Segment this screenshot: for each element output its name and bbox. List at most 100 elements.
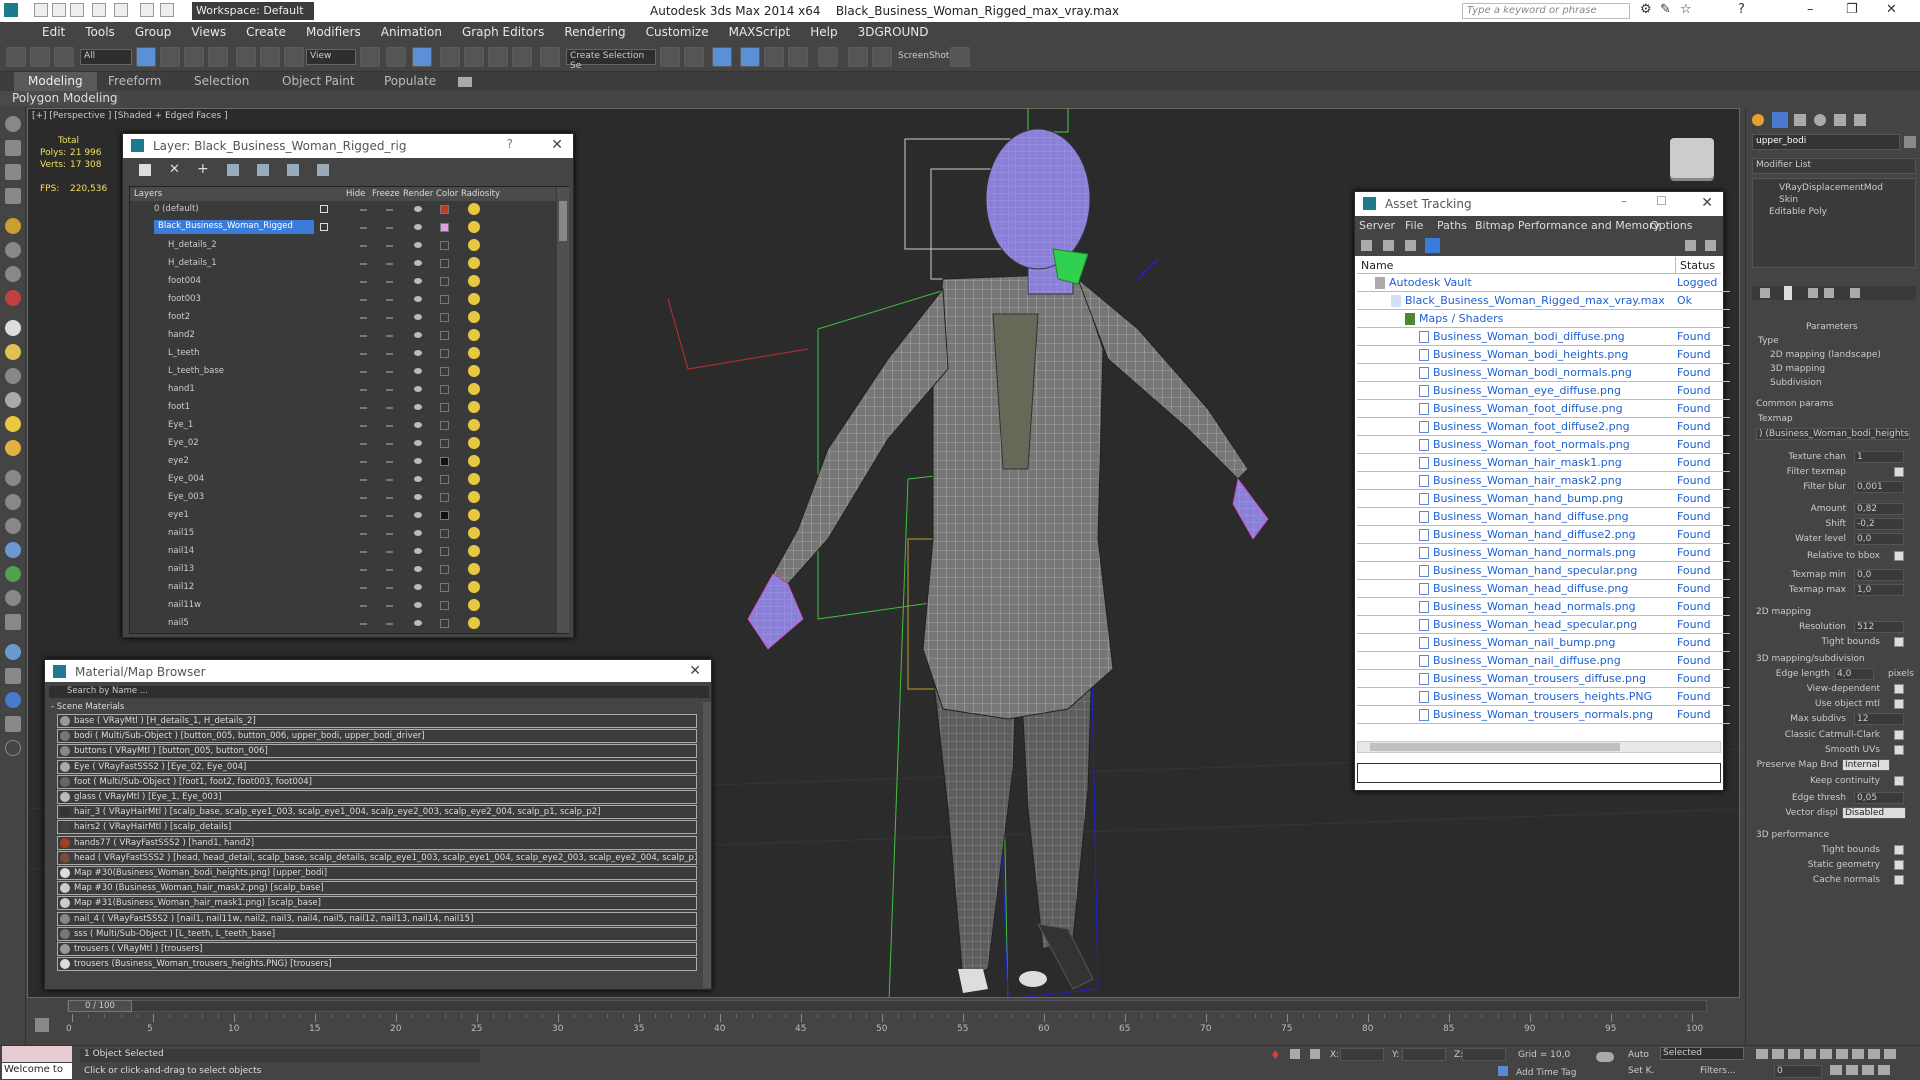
viewcube-icon[interactable] bbox=[1670, 138, 1714, 178]
render-teapot-icon[interactable] bbox=[414, 224, 422, 230]
layer-name[interactable]: nail13 bbox=[168, 564, 194, 574]
material-row[interactable]: hairs2 ( VRayHairMtl ) [scalp_details] bbox=[57, 820, 697, 835]
mirror-icon[interactable] bbox=[660, 47, 680, 67]
layer-hide-toggle[interactable] bbox=[360, 587, 367, 589]
parameters-rollout[interactable]: Parameters bbox=[1806, 322, 1858, 332]
tab-populate[interactable]: Populate bbox=[384, 74, 436, 88]
rectangular-region-icon[interactable] bbox=[184, 47, 204, 67]
layer-row[interactable]: nail5 bbox=[130, 615, 550, 633]
layer-freeze-toggle[interactable] bbox=[386, 605, 393, 607]
render-teapot-icon[interactable] bbox=[414, 476, 422, 482]
align-icon[interactable] bbox=[684, 47, 704, 67]
window-crossing-icon[interactable] bbox=[208, 47, 228, 67]
shift-input[interactable]: -0,2 bbox=[1854, 518, 1904, 530]
freeze-all-icon[interactable] bbox=[317, 164, 329, 176]
menu-customize[interactable]: Customize bbox=[636, 22, 719, 42]
head-control[interactable] bbox=[1027, 109, 1069, 133]
material-row[interactable]: head ( VRayFastSSS2 ) [head, head_detail… bbox=[57, 850, 697, 865]
layer-color-swatch[interactable] bbox=[440, 241, 449, 250]
show-end-result-icon[interactable] bbox=[1784, 286, 1792, 300]
space-warp-icon[interactable] bbox=[5, 290, 21, 306]
material-row[interactable]: trousers (Business_Woman_trousers_height… bbox=[57, 957, 697, 972]
layer-hide-toggle[interactable] bbox=[360, 533, 367, 535]
select-manipulate-icon[interactable] bbox=[386, 47, 406, 67]
right-hand-mesh[interactable] bbox=[1232, 478, 1269, 540]
layer-row[interactable]: hand2 bbox=[130, 327, 550, 345]
layer-color-swatch[interactable] bbox=[440, 259, 449, 268]
layer-help-icon[interactable]: ? bbox=[507, 137, 513, 151]
unlink-icon[interactable] bbox=[30, 47, 50, 67]
scale-icon[interactable] bbox=[284, 47, 304, 67]
hierarchy-tab-icon[interactable] bbox=[1794, 114, 1806, 126]
layer-row[interactable]: nail12 bbox=[130, 579, 550, 597]
radiosity-bulb-icon[interactable] bbox=[468, 437, 480, 449]
workspace-selector[interactable]: Workspace: Default bbox=[192, 2, 314, 20]
edit-named-selection-icon[interactable] bbox=[540, 47, 560, 67]
layer-manager-icon[interactable] bbox=[712, 47, 732, 67]
hold-icon[interactable] bbox=[160, 3, 174, 17]
key-filters-button[interactable]: Filters... bbox=[1700, 1066, 1736, 1076]
col-layers[interactable]: Layers bbox=[134, 189, 162, 199]
layer-hide-toggle[interactable] bbox=[360, 371, 367, 373]
texmap-min-input[interactable]: 0,0 bbox=[1854, 569, 1904, 581]
time-tag-icon[interactable] bbox=[1498, 1066, 1508, 1076]
graphite-modeling-icon[interactable] bbox=[740, 47, 760, 67]
layer-color-swatch[interactable] bbox=[440, 493, 449, 502]
layer-scroll-thumb[interactable] bbox=[559, 201, 567, 241]
layer-freeze-toggle[interactable] bbox=[386, 353, 393, 355]
selection-filter-dropdown[interactable]: All bbox=[80, 49, 132, 65]
layer-row[interactable]: nail13 bbox=[130, 561, 550, 579]
asset-hscrollbar[interactable] bbox=[1357, 741, 1721, 753]
x-coordinate-field[interactable] bbox=[1340, 1048, 1384, 1061]
box-icon[interactable] bbox=[5, 320, 21, 336]
radiosity-bulb-icon[interactable] bbox=[468, 203, 480, 215]
layer-name[interactable]: Eye_02 bbox=[168, 438, 199, 448]
material-row[interactable]: hands77 ( VRayFastSSS2 ) [hand1, hand2] bbox=[57, 835, 697, 850]
radiosity-bulb-icon[interactable] bbox=[468, 491, 480, 503]
key-filter-dropdown[interactable]: Selected bbox=[1660, 1047, 1744, 1060]
schematic-view-icon[interactable] bbox=[788, 47, 808, 67]
layer-color-swatch[interactable] bbox=[440, 223, 449, 232]
modifier-icon[interactable] bbox=[5, 494, 21, 510]
radiosity-bulb-icon[interactable] bbox=[468, 401, 480, 413]
percent-snap-icon[interactable] bbox=[488, 47, 508, 67]
layer-color-swatch[interactable] bbox=[440, 565, 449, 574]
polygon-modeling-panel[interactable]: Polygon Modeling bbox=[0, 91, 120, 106]
layer-hide-toggle[interactable] bbox=[360, 209, 367, 211]
layer-name[interactable]: eye1 bbox=[168, 510, 189, 520]
move-icon[interactable] bbox=[236, 47, 256, 67]
menu-graph-editors[interactable]: Graph Editors bbox=[452, 22, 554, 42]
layer-name[interactable]: L_teeth bbox=[168, 348, 200, 358]
layer-hide-toggle[interactable] bbox=[360, 461, 367, 463]
layer-hide-toggle[interactable] bbox=[360, 299, 367, 301]
layer-color-swatch[interactable] bbox=[440, 277, 449, 286]
layer-hide-toggle[interactable] bbox=[360, 317, 367, 319]
render-teapot-icon[interactable] bbox=[414, 566, 422, 572]
layer-color-swatch[interactable] bbox=[440, 457, 449, 466]
maxscript-listener-pink[interactable] bbox=[2, 1046, 72, 1062]
layer-row[interactable]: hand1 bbox=[130, 381, 550, 399]
layer-row[interactable]: 0 (default) bbox=[130, 201, 550, 219]
layer-freeze-toggle[interactable] bbox=[386, 425, 393, 427]
refresh-icon[interactable] bbox=[1361, 240, 1372, 251]
asset-row-map[interactable]: Business_Woman_hair_mask2.png Found bbox=[1357, 472, 1730, 490]
scatter-icon[interactable] bbox=[5, 590, 21, 606]
grid-icon[interactable] bbox=[5, 188, 21, 204]
current-layer-checkbox[interactable] bbox=[320, 205, 328, 213]
layer-row[interactable]: Black_Business_Woman_Rigged bbox=[130, 219, 550, 237]
remove-modifier-icon[interactable] bbox=[1824, 288, 1834, 298]
asset-row-map[interactable]: Business_Woman_head_specular.png Found bbox=[1357, 616, 1730, 634]
display-tab-icon[interactable] bbox=[1834, 114, 1846, 126]
layer-name[interactable]: foot004 bbox=[168, 276, 201, 286]
auto-key-button[interactable]: Auto bbox=[1628, 1050, 1649, 1060]
layer-color-swatch[interactable] bbox=[440, 475, 449, 484]
walk-through-icon[interactable] bbox=[1846, 1065, 1858, 1075]
render-teapot-icon[interactable] bbox=[414, 350, 422, 356]
zoom-extents-icon[interactable] bbox=[1868, 1049, 1880, 1059]
layer-color-swatch[interactable] bbox=[440, 295, 449, 304]
layer-name[interactable]: eye2 bbox=[168, 456, 189, 466]
layer-freeze-toggle[interactable] bbox=[386, 299, 393, 301]
layer-color-swatch[interactable] bbox=[440, 367, 449, 376]
layer-name[interactable]: nail12 bbox=[168, 582, 194, 592]
goto-end-icon[interactable] bbox=[1820, 1049, 1832, 1059]
